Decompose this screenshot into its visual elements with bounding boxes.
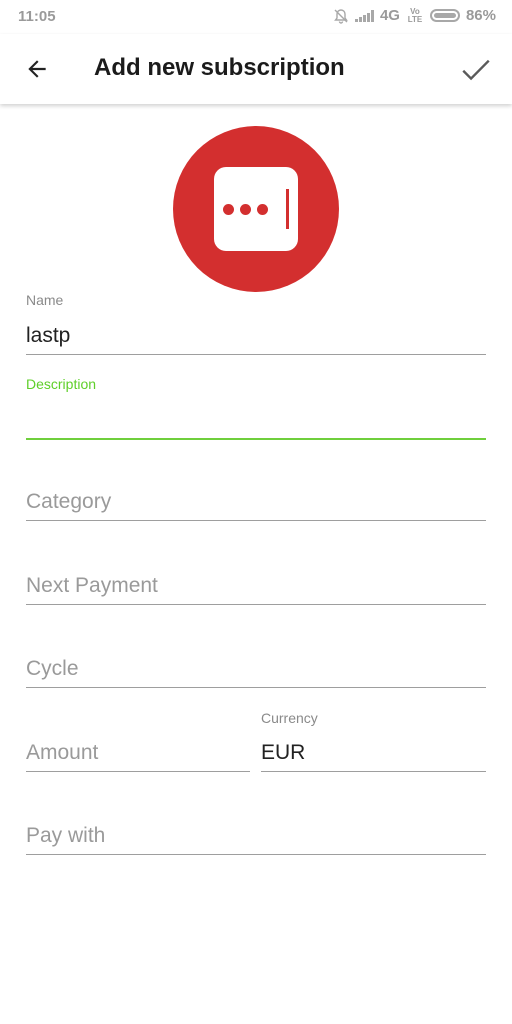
- app-bar: Add new subscription: [0, 34, 512, 104]
- arrow-back-icon: [28, 60, 46, 78]
- name-input[interactable]: lastp: [26, 314, 486, 355]
- cycle-placeholder: Cycle: [26, 657, 79, 680]
- battery-icon: [429, 9, 460, 22]
- category-input[interactable]: Category: [26, 480, 486, 521]
- description-label: Description: [26, 376, 97, 392]
- currency-value: EUR: [261, 741, 306, 764]
- next-payment-input[interactable]: Next Payment: [26, 564, 486, 605]
- status-time: 11:05: [18, 8, 56, 25]
- back-button[interactable]: [20, 52, 54, 86]
- battery-percent: 86%: [465, 7, 496, 24]
- currency-select[interactable]: EUR: [261, 731, 486, 772]
- page-title: Add new subscription: [94, 54, 345, 81]
- pay-with-placeholder: Pay with: [26, 824, 106, 847]
- pay-with-input[interactable]: Pay with: [26, 814, 486, 855]
- amount-input[interactable]: Amount: [26, 731, 250, 772]
- name-label: Name: [26, 292, 64, 308]
- password-icon: [214, 167, 298, 251]
- network-type: 4G: [379, 7, 400, 24]
- check-icon: [462, 59, 490, 81]
- save-button[interactable]: [456, 50, 496, 90]
- currency-label: Currency: [261, 710, 318, 726]
- signal-icon: [354, 9, 374, 22]
- volte-indicator: Vo LTE: [407, 6, 423, 24]
- next-payment-placeholder: Next Payment: [26, 574, 158, 597]
- description-input[interactable]: [26, 398, 486, 440]
- subscription-logo[interactable]: [173, 126, 339, 292]
- status-bar: 11:05 4G Vo LTE 86%: [0, 0, 512, 34]
- amount-placeholder: Amount: [26, 741, 99, 764]
- cycle-input[interactable]: Cycle: [26, 647, 486, 688]
- category-placeholder: Category: [26, 490, 112, 513]
- status-icons: 4G Vo LTE 86%: [333, 7, 496, 24]
- bell-off-icon: [334, 8, 348, 24]
- name-value: lastp: [26, 324, 71, 347]
